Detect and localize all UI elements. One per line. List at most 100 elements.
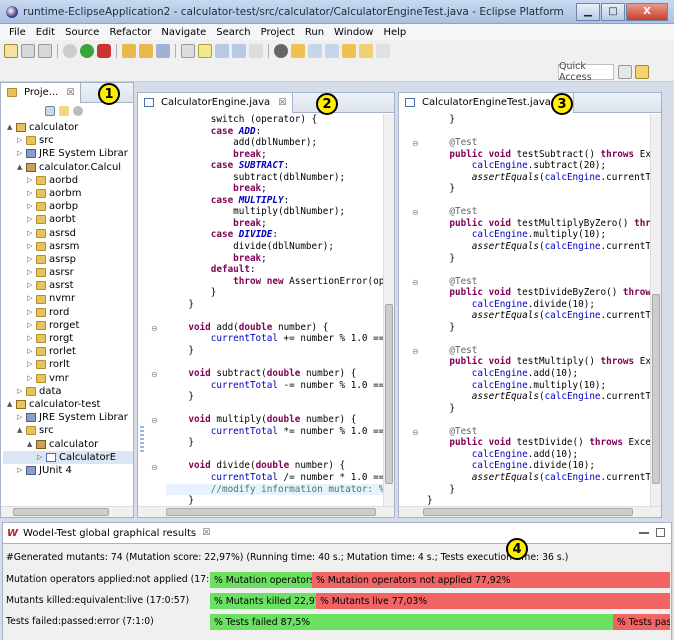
scroll-thumb[interactable]: [652, 294, 660, 484]
fold-icon[interactable]: ⊖: [151, 324, 158, 333]
fold-icon[interactable]: ⊖: [412, 208, 419, 217]
tab-calculator-engine[interactable]: CalculatorEngine.java ☒: [138, 92, 294, 113]
menu-source[interactable]: Source: [60, 27, 104, 38]
editor2-hscrollbar[interactable]: [399, 506, 661, 517]
quick-access-field[interactable]: Quick Access: [558, 61, 614, 83]
expand-toggle-icon[interactable]: ▷: [17, 411, 25, 424]
expand-toggle-icon[interactable]: ▷: [27, 227, 35, 240]
expand-toggle-icon[interactable]: ▷: [27, 240, 35, 253]
scroll-thumb[interactable]: [13, 508, 109, 516]
scroll-thumb[interactable]: [423, 508, 633, 516]
tree-item[interactable]: ▷ nvmr: [3, 292, 133, 305]
minimize-button[interactable]: ▁: [576, 2, 600, 21]
fold-icon[interactable]: ⊖: [412, 139, 419, 148]
tree-item[interactable]: ▷ aorbt: [3, 213, 133, 226]
editor1-vscrollbar[interactable]: [383, 114, 394, 506]
expand-toggle-icon[interactable]: ▷: [17, 147, 25, 160]
expand-toggle-icon[interactable]: ▷: [27, 345, 35, 358]
tab-calculator-engine-test[interactable]: CalculatorEngineTest.java ☒: [399, 92, 574, 113]
menu-file[interactable]: File: [4, 27, 31, 38]
view-menu-icon[interactable]: [73, 106, 83, 116]
prev-annotation-icon[interactable]: [325, 44, 339, 58]
back-icon[interactable]: [359, 44, 373, 58]
external-tools-icon[interactable]: [97, 44, 111, 58]
tree-item[interactable]: ▷ asrsd: [3, 227, 133, 240]
forward-icon[interactable]: [376, 44, 390, 58]
expand-toggle-icon[interactable]: ▲: [7, 398, 15, 411]
menu-edit[interactable]: Edit: [31, 27, 60, 38]
last-edit-icon[interactable]: [342, 44, 356, 58]
editor1-hscrollbar[interactable]: [138, 506, 394, 517]
editor2-code[interactable]: }​ @Test public void testSubtract() thro…: [427, 114, 650, 506]
results-tab-label[interactable]: Wodel-Test global graphical results: [23, 528, 196, 539]
expand-toggle-icon[interactable]: ▲: [17, 424, 25, 437]
menu-window[interactable]: Window: [329, 27, 378, 38]
tree-item[interactable]: ▷ rorget: [3, 319, 133, 332]
new-icon[interactable]: [4, 44, 18, 58]
expand-toggle-icon[interactable]: ▷: [17, 385, 25, 398]
expand-toggle-icon[interactable]: ▷: [27, 319, 35, 332]
expand-toggle-icon[interactable]: ▷: [27, 358, 35, 371]
menu-run[interactable]: Run: [300, 27, 329, 38]
tree-item[interactable]: ▲ calculator: [3, 438, 133, 451]
expand-toggle-icon[interactable]: ▷: [37, 451, 45, 464]
maximize-button[interactable]: □: [601, 2, 625, 21]
fold-icon[interactable]: ⊖: [151, 463, 158, 472]
tree-item[interactable]: ▷ data: [3, 385, 133, 398]
expand-toggle-icon[interactable]: ▷: [27, 266, 35, 279]
minimize-view-icon[interactable]: [639, 532, 649, 534]
fold-icon[interactable]: ⊖: [151, 416, 158, 425]
annotation-icon[interactable]: [181, 44, 195, 58]
expand-toggle-icon[interactable]: ▷: [27, 292, 35, 305]
pilcrow-icon[interactable]: [249, 44, 263, 58]
expand-toggle-icon[interactable]: ▷: [17, 134, 25, 147]
tree-item[interactable]: ▷ src: [3, 134, 133, 147]
highlight-icon[interactable]: [198, 44, 212, 58]
expand-toggle-icon[interactable]: ▷: [27, 174, 35, 187]
tree-item[interactable]: ▷ aorbd: [3, 174, 133, 187]
run-icon[interactable]: [80, 44, 94, 58]
tree-item[interactable]: ▷ asrsr: [3, 266, 133, 279]
open-type-icon[interactable]: [122, 44, 136, 58]
close-icon[interactable]: ☒: [202, 528, 210, 538]
explorer-hscrollbar[interactable]: [1, 506, 133, 517]
expand-toggle-icon[interactable]: ▷: [27, 332, 35, 345]
expand-toggle-icon[interactable]: ▷: [17, 464, 25, 477]
expand-toggle-icon[interactable]: ▲: [17, 161, 25, 174]
tree-item[interactable]: ▷ JUnit 4: [3, 464, 133, 477]
expand-toggle-icon[interactable]: ▷: [27, 200, 35, 213]
print-icon[interactable]: [38, 44, 52, 58]
tree-item[interactable]: ▲ calculator: [3, 121, 133, 134]
menu-navigate[interactable]: Navigate: [156, 27, 211, 38]
wand-icon[interactable]: [156, 44, 170, 58]
expand-toggle-icon[interactable]: ▷: [27, 306, 35, 319]
tab-project-explorer[interactable]: Proje... ☒: [1, 82, 82, 103]
link-editor-icon[interactable]: [59, 106, 69, 116]
close-button[interactable]: X: [626, 2, 668, 21]
maximize-view-icon[interactable]: [656, 528, 665, 537]
fold-icon[interactable]: ⊖: [412, 347, 419, 356]
tree-item[interactable]: ▷ asrsm: [3, 240, 133, 253]
search-icon[interactable]: [291, 44, 305, 58]
editor2-vscrollbar[interactable]: [650, 114, 661, 506]
menu-project[interactable]: Project: [256, 27, 300, 38]
scroll-thumb[interactable]: [385, 304, 393, 484]
debug-icon[interactable]: [63, 44, 77, 58]
expand-toggle-icon[interactable]: ▷: [27, 253, 35, 266]
expand-toggle-icon[interactable]: ▷: [27, 213, 35, 226]
tree-item[interactable]: ▷ aorbm: [3, 187, 133, 200]
tree-item[interactable]: ▷ rorgt: [3, 332, 133, 345]
tree-item[interactable]: ▷ asrsp: [3, 253, 133, 266]
tree-item[interactable]: ▷ JRE System Librar: [3, 411, 133, 424]
tree-item[interactable]: ▷ asrst: [3, 279, 133, 292]
tree-item[interactable]: ▲ src: [3, 424, 133, 437]
tree-item[interactable]: ▷ rorlet: [3, 345, 133, 358]
fold-icon[interactable]: ⊖: [412, 428, 419, 437]
fold-icon[interactable]: ⊖: [151, 370, 158, 379]
save-icon[interactable]: [21, 44, 35, 58]
expand-toggle-icon[interactable]: ▷: [27, 187, 35, 200]
tree-item[interactable]: ▲ calculator-test: [3, 398, 133, 411]
editor1-code[interactable]: switch (operator) { case ADD: add(dblNum…: [166, 114, 383, 506]
expand-toggle-icon[interactable]: ▲: [27, 438, 35, 451]
menu-search[interactable]: Search: [211, 27, 255, 38]
